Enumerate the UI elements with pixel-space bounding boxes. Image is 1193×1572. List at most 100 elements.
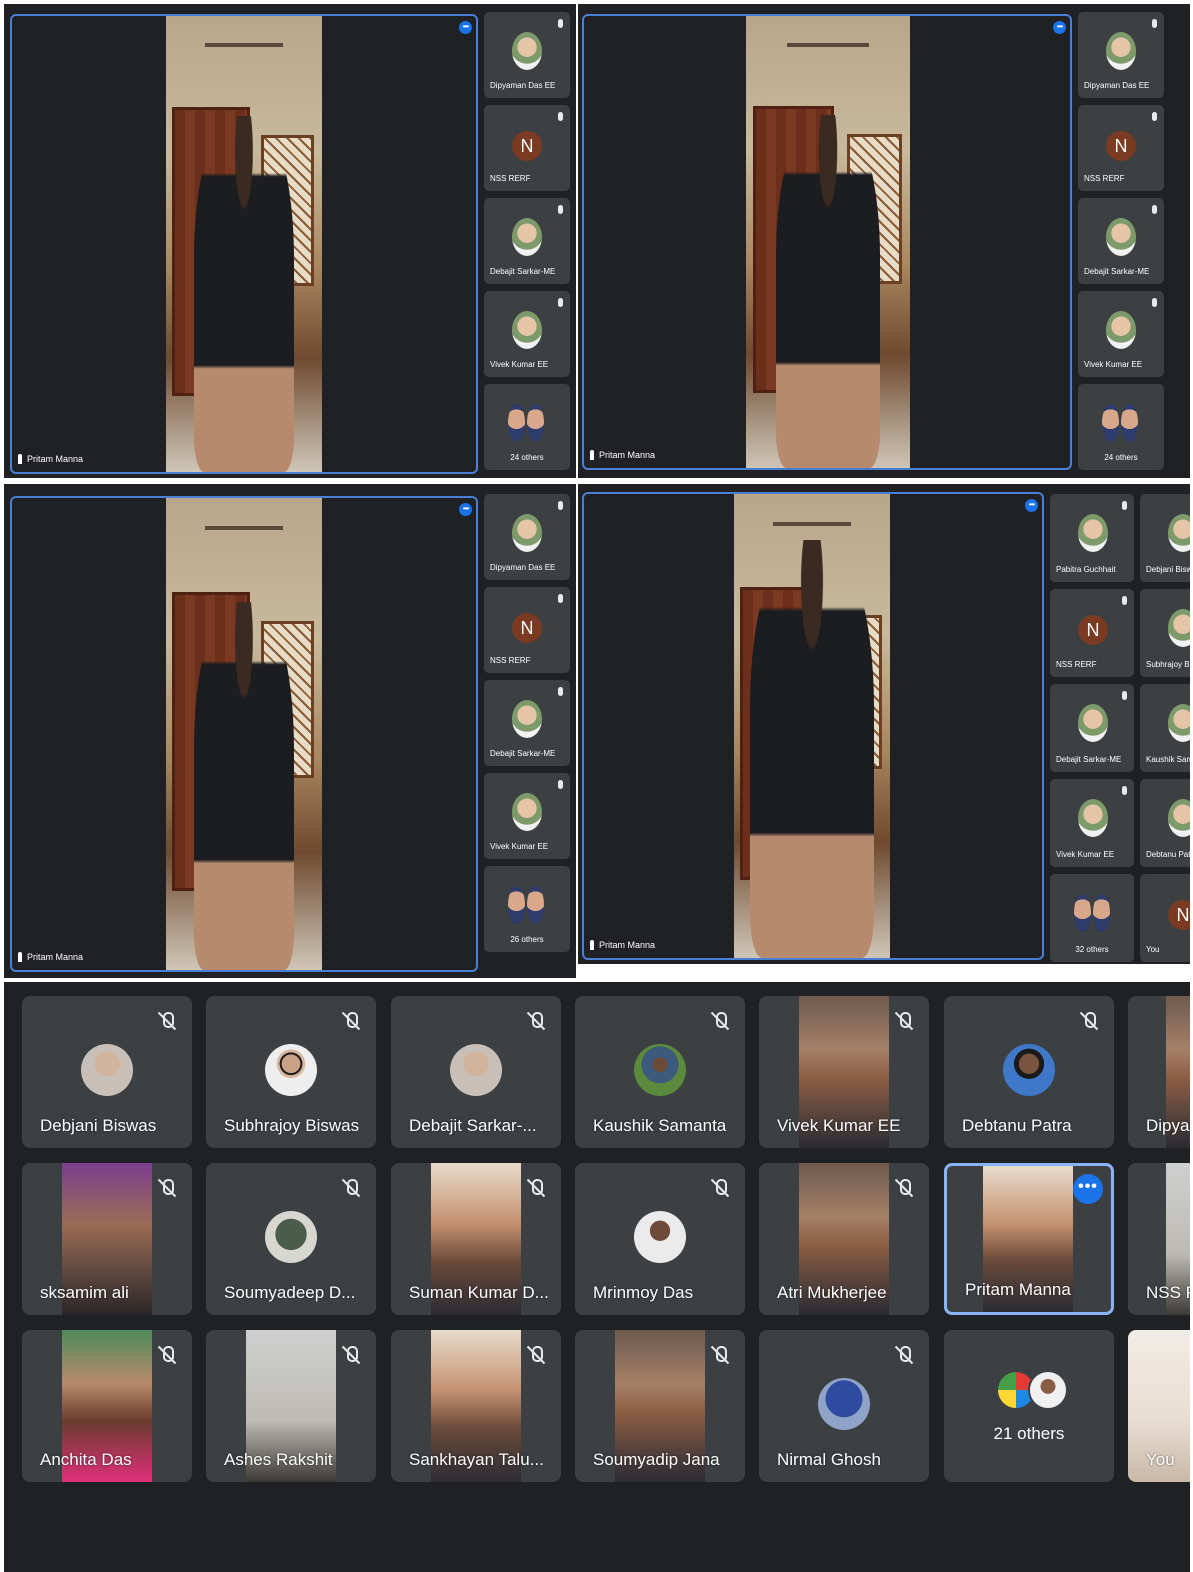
sidebar-tile[interactable]: Vivek Kumar EE — [1078, 291, 1164, 377]
participant-tile[interactable]: sksamim ali — [22, 1163, 192, 1315]
presenter-tile[interactable]: ••• Pritam Manna — [582, 14, 1072, 470]
mic-off-icon — [156, 1177, 178, 1199]
participant-tile[interactable]: Mrinmoy Das — [575, 1163, 745, 1315]
divider — [594, 964, 1190, 978]
participant-name: sksamim ali — [40, 1283, 129, 1302]
participant-sidebar-2: Debjani Biswas Subhrajoy Biswas Kaushik … — [1140, 494, 1190, 962]
participant-name: You — [1146, 1450, 1175, 1469]
participant-name: Ashes Rakshit — [224, 1450, 333, 1469]
presenter-tile[interactable]: ••• Pritam Manna — [10, 496, 478, 972]
presenter-tile[interactable]: ••• Pritam Manna — [10, 14, 478, 474]
sidebar-label: Vivek Kumar EE — [1056, 850, 1115, 859]
avatar — [512, 218, 542, 256]
mic-off-icon — [709, 1177, 731, 1199]
mic-off-icon — [340, 1010, 362, 1032]
others-tile[interactable]: 21 others — [944, 1330, 1114, 1482]
pin-icon — [18, 454, 22, 464]
participant-sidebar: Dipyaman Das EE N NSS RERF Debajit Sarkar… — [484, 494, 570, 952]
more-options-icon[interactable]: ••• — [459, 503, 472, 516]
participant-tile[interactable]: Subhrajoy Biswas — [206, 996, 376, 1148]
sidebar-tile[interactable]: Debajit Sarkar-ME — [1078, 198, 1164, 284]
more-options-icon[interactable]: ••• — [459, 21, 472, 34]
sidebar-tile[interactable]: Pabitra Guchhait — [1050, 494, 1134, 582]
sidebar-tile[interactable]: N You — [1140, 874, 1190, 962]
presenter-video — [166, 498, 322, 970]
mic-off-icon — [558, 205, 563, 214]
participant-tile[interactable]: Soumyadeep D... — [206, 1163, 376, 1315]
participant-tile[interactable]: Suman Kumar D... — [391, 1163, 561, 1315]
sidebar-tile[interactable]: N NSS RERF — [484, 587, 570, 673]
meet-screenshot-4: ••• Pritam Manna Pabitra Guchhait N NSS R… — [578, 484, 1190, 964]
sidebar-tile[interactable]: Debajit Sarkar-ME — [1050, 684, 1134, 772]
others-tile[interactable]: 26 others — [484, 866, 570, 952]
participant-tile[interactable]: Kaushik Samanta — [575, 996, 745, 1148]
participant-name: Dipya — [1146, 1116, 1190, 1135]
mic-off-icon — [340, 1177, 362, 1199]
presenter-name: Pritam Manna — [590, 450, 655, 460]
avatar — [265, 1211, 317, 1263]
participant-tile[interactable]: Soumyadip Jana — [575, 1330, 745, 1482]
mic-off-icon — [558, 594, 563, 603]
sidebar-tile[interactable]: Debajit Sarkar-ME — [484, 680, 570, 766]
avatar-pair — [508, 404, 544, 442]
others-tile[interactable]: 32 others — [1050, 874, 1134, 962]
participant-tile[interactable]: Dipya — [1128, 996, 1190, 1148]
sidebar-tile[interactable]: N NSS RERF — [1078, 105, 1164, 191]
meet-screenshot-3: ••• Pritam Manna Dipyaman Das EE N NSS RE… — [4, 484, 576, 978]
mic-off-icon — [893, 1010, 915, 1032]
participant-tile-active[interactable]: ••• Pritam Manna — [944, 1163, 1114, 1315]
mic-off-icon — [558, 780, 563, 789]
sidebar-tile[interactable]: Debajit Sarkar-ME — [484, 198, 570, 284]
sidebar-tile[interactable]: Debjani Biswas — [1140, 494, 1190, 582]
presenter-tile[interactable]: ••• Pritam Manna — [582, 492, 1044, 960]
sidebar-label: Debajit Sarkar-ME — [1056, 755, 1122, 764]
pin-icon — [590, 940, 594, 950]
others-label: 26 others — [510, 935, 544, 944]
sidebar-tile[interactable]: Vivek Kumar EE — [1050, 779, 1134, 867]
more-options-icon[interactable]: ••• — [1073, 1174, 1103, 1204]
participant-tile[interactable]: Anchita Das — [22, 1330, 192, 1482]
participant-tile[interactable]: Debtanu Patra — [944, 996, 1114, 1148]
avatar — [512, 311, 542, 349]
avatar — [1168, 514, 1190, 552]
participant-name: Atri Mukherjee — [777, 1283, 887, 1302]
participant-name: NSS R — [1146, 1283, 1190, 1302]
sidebar-tile[interactable]: Dipyaman Das EE — [484, 12, 570, 98]
participant-tile[interactable]: Debajit Sarkar-... — [391, 996, 561, 1148]
others-label: 21 others — [993, 1424, 1065, 1443]
sidebar-tile[interactable]: N NSS RERF — [1050, 589, 1134, 677]
sidebar-tile[interactable]: Dipyaman Das EE — [484, 494, 570, 580]
sidebar-tile[interactable]: Vivek Kumar EE — [484, 773, 570, 859]
avatar — [265, 1044, 317, 1096]
participant-sidebar: Dipyaman Das EE N NSS RERF Debajit Sarkar… — [484, 12, 570, 470]
participant-sidebar: Dipyaman Das EE N NSS RERF Debajit Sarkar… — [1078, 12, 1164, 470]
sidebar-tile[interactable]: N NSS RERF — [484, 105, 570, 191]
avatar — [1106, 32, 1136, 70]
others-tile[interactable]: 24 others — [484, 384, 570, 470]
participant-sidebar: Pabitra Guchhait N NSS RERF Debajit Sarka… — [1050, 494, 1134, 962]
sidebar-label: Vivek Kumar EE — [490, 360, 549, 369]
sidebar-tile[interactable]: Kaushik Samanta — [1140, 684, 1190, 772]
self-tile[interactable]: You — [1128, 1330, 1190, 1482]
more-options-icon[interactable]: ••• — [1053, 21, 1066, 34]
avatar — [1168, 704, 1190, 742]
meet-gallery-screenshot: Debjani Biswas Subhrajoy Biswas Debajit … — [4, 982, 1190, 1572]
sidebar-label: Subhrajoy Biswas — [1146, 660, 1190, 669]
presenter-name-label: Pritam Manna — [599, 450, 656, 460]
sidebar-label: Vivek Kumar EE — [1084, 360, 1143, 369]
more-options-icon[interactable]: ••• — [1025, 499, 1038, 512]
participant-tile[interactable]: Sankhayan Talu... — [391, 1330, 561, 1482]
participant-tile[interactable]: Ashes Rakshit — [206, 1330, 376, 1482]
participant-tile[interactable]: Atri Mukherjee — [759, 1163, 929, 1315]
avatar: N — [1168, 900, 1190, 930]
participant-tile[interactable]: Debjani Biswas — [22, 996, 192, 1148]
participant-tile[interactable]: Vivek Kumar EE — [759, 996, 929, 1148]
sidebar-tile[interactable]: Subhrajoy Biswas — [1140, 589, 1190, 677]
participant-tile[interactable]: Nirmal Ghosh — [759, 1330, 929, 1482]
sidebar-tile[interactable]: Vivek Kumar EE — [484, 291, 570, 377]
avatar — [1078, 799, 1108, 837]
sidebar-tile[interactable]: Dipyaman Das EE — [1078, 12, 1164, 98]
others-tile[interactable]: 24 others — [1078, 384, 1164, 470]
sidebar-tile[interactable]: Debtanu Patra — [1140, 779, 1190, 867]
participant-tile[interactable]: NSS R — [1128, 1163, 1190, 1315]
